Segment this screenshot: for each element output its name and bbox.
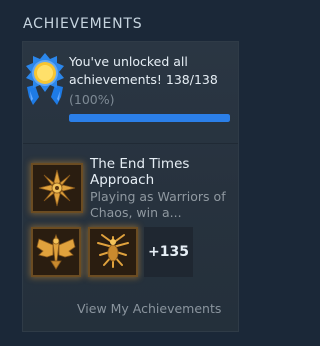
recent-achievement-icon-spider[interactable] [88,227,138,277]
completion-percent: (100%) [69,92,115,107]
featured-achievement-icon[interactable] [31,163,83,213]
section-title: ACHIEVEMENTS [23,16,143,32]
unlock-message: You've unlocked all achievements! 138/13… [69,54,218,87]
divider [23,143,238,144]
achievement-progress-bar [69,114,230,122]
view-my-achievements-link[interactable]: View My Achievements [77,301,221,316]
more-achievements-count[interactable]: +135 [144,227,193,277]
achievement-progress-fill [69,114,230,122]
featured-achievement-description: Playing as Warriors of Chaos, win a... [90,189,226,220]
achievement-medal-icon [21,53,69,109]
recent-achievement-icon-eagle[interactable] [31,227,81,277]
featured-achievement-title[interactable]: The End Times Approach [90,156,235,188]
